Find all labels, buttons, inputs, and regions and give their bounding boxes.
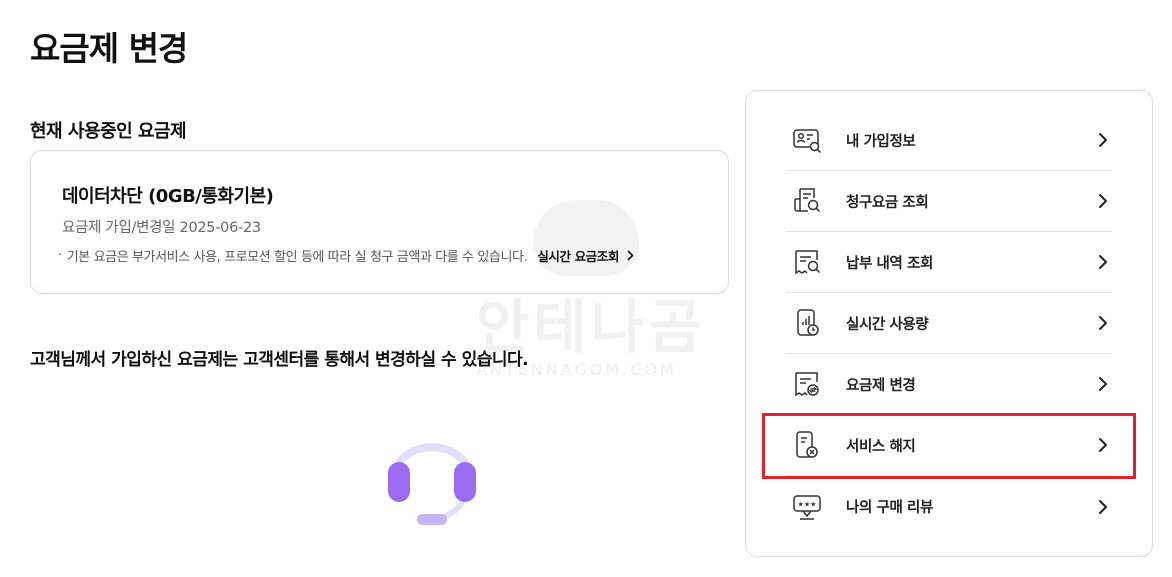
chevron-right-icon: [1099, 377, 1107, 391]
page-title: 요금제 변경: [30, 29, 188, 68]
review-icon: ★★★: [790, 490, 824, 524]
menu-item-plan-change[interactable]: 요금제 변경: [786, 354, 1112, 415]
menu-item-label: 나의 구매 리뷰: [846, 500, 933, 516]
plan-join-date: 요금제 가입/변경일 2025-06-23: [62, 220, 261, 236]
menu-item-label: 청구요금 조회: [846, 194, 929, 211]
watermark-subtext: ANTENNAGOM.COM: [476, 360, 677, 379]
menu-item-member-info[interactable]: 내 가입정보: [786, 110, 1112, 171]
menu-item-bill-search[interactable]: 청구요금 조회: [786, 171, 1112, 232]
account-menu-panel: 내 가입정보 청구요금 조회 납부 내역 조회 실시간 사용량 요금제 변경 서…: [745, 90, 1153, 557]
chevron-right-icon: [1099, 438, 1107, 452]
chevron-right-icon: [1099, 133, 1107, 147]
plan-name: 데이터차단 (0GB/통화기본): [62, 186, 274, 207]
menu-item-realtime-usage[interactable]: 실시간 사용량: [786, 293, 1112, 354]
plan-change-notice: 고객님께서 가입하신 요금제는 고객센터를 통해서 변경하실 수 있습니다.: [30, 350, 529, 370]
plan-note-text: 기본 요금은 부가서비스 사용, 프로모션 할인 등에 따라 실 청구 금액과 …: [66, 250, 528, 265]
menu-item-label: 실시간 사용량: [846, 316, 929, 333]
page: 요금제 변경 현재 사용중인 요금제 데이터차단 (0GB/통화기본) 요금제 …: [0, 0, 1172, 577]
menu-item-label: 납부 내역 조회: [846, 255, 933, 272]
menu-item-label: 요금제 변경: [846, 377, 916, 394]
watermark-text: 안테나곰: [476, 293, 706, 361]
service-cancel-icon: [790, 428, 824, 462]
menu-item-label: 서비스 해지: [846, 438, 916, 455]
member-info-icon: [790, 123, 824, 157]
menu-item-service-cancel[interactable]: 서비스 해지: [786, 415, 1112, 476]
bill-search-icon: [790, 184, 824, 218]
current-plan-section-title: 현재 사용중인 요금제: [30, 121, 187, 142]
bullet-icon: ·: [58, 248, 62, 263]
chevron-right-icon: [1099, 499, 1107, 514]
menu-item-review[interactable]: ★★★ 나의 구매 리뷰: [786, 476, 1112, 537]
plan-change-icon: [790, 367, 824, 401]
svg-text:★★★: ★★★: [798, 500, 817, 508]
chevron-right-icon: [1099, 255, 1107, 269]
menu-item-label: 내 가입정보: [846, 133, 916, 150]
payment-history-icon: [790, 245, 824, 279]
watermark-logo: [533, 200, 639, 276]
realtime-usage-icon: [790, 306, 824, 340]
chevron-right-icon: [1099, 194, 1107, 208]
headset-icon: [388, 443, 476, 525]
chevron-right-icon: [1099, 316, 1107, 330]
menu-item-payment-history[interactable]: 납부 내역 조회: [786, 232, 1112, 293]
